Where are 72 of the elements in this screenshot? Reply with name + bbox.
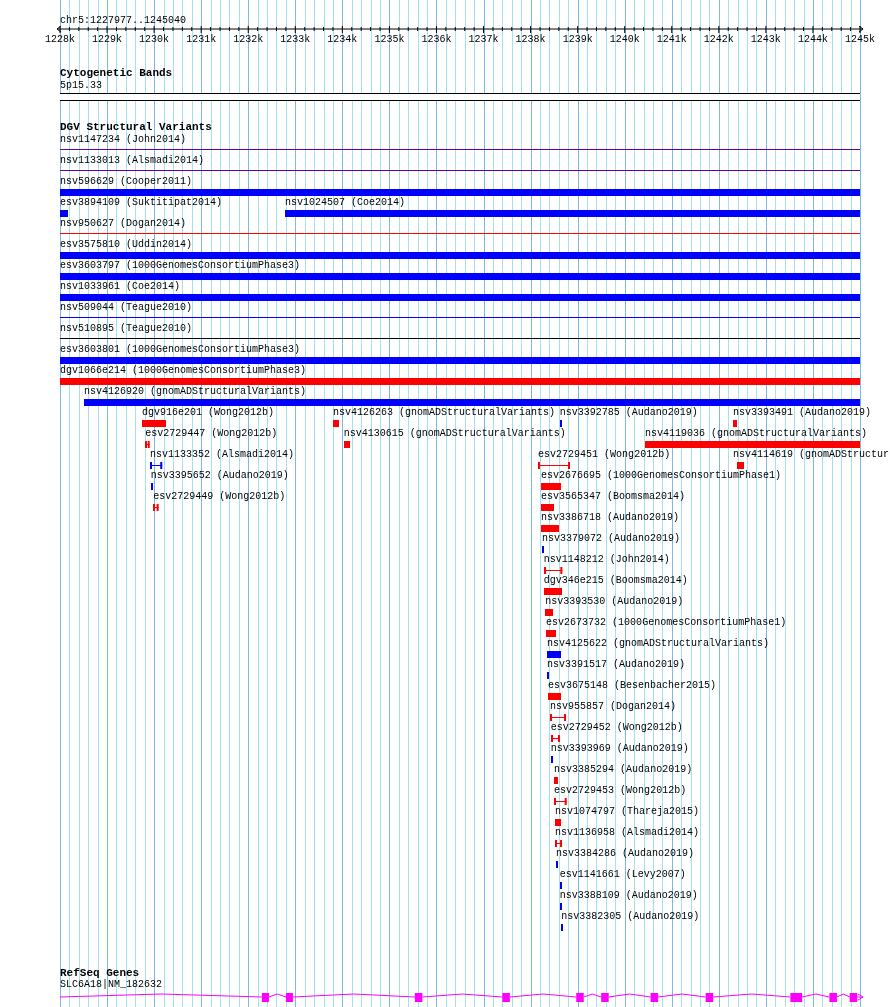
variant-label[interactable]: nsv509044 (Teague2010) [60,302,193,314]
variant-label[interactable]: nsv4130615 (gnomADStructuralVariants) [343,428,566,440]
variant-label[interactable]: nsv3382305 (Audano2019) [561,911,700,923]
ruler-tick-label: 1231k [186,34,217,46]
variant-label[interactable]: nsv4126263 (gnomADStructuralVariants) [332,407,555,419]
variant-label[interactable]: esv2673732 (1000GenomesConsortiumPhase1) [546,617,787,629]
variant-label[interactable]: nsv3393969 (Audano2019) [550,743,689,755]
variant-label[interactable]: nsv4119036 (gnomADStructuralVariants) [644,428,867,440]
ruler-tick-label: 1229k [92,34,123,46]
variant-label[interactable]: nsv596629 (Cooper2011) [60,176,193,188]
ruler-tick-label: 1234k [327,34,358,46]
variant-label[interactable]: nsv3384286 (Audano2019) [556,848,695,860]
variant-label[interactable]: nsv1147234 (John2014) [60,134,187,146]
variant-label[interactable]: nsv3395652 (Audano2019) [150,470,289,482]
band-label: 5p15.33 [60,80,102,92]
variant-label[interactable]: nsv1133013 (Alsmadi2014) [60,155,205,167]
ruler-tick-label: 1228k [45,34,75,46]
variant-label[interactable]: nsv950627 (Dogan2014) [60,218,187,230]
variant-label[interactable]: nsv510895 (Teague2010) [60,323,193,335]
variant-label[interactable]: dgv346e215 (Boomsma2014) [543,575,688,587]
ruler-tick-label: 1239k [562,34,593,46]
ruler-tick-label: 1236k [421,34,452,46]
ruler-tick-label: 1241k [656,34,687,46]
track-title: Cytogenetic Bands [60,67,173,79]
variant-label[interactable]: esv3894109 (Suktitipat2014) [60,197,223,209]
variant-label[interactable]: esv2729449 (Wong2012b) [153,491,286,503]
variant-label[interactable]: esv3675148 (Besenbacher2015) [548,680,717,692]
variant-label[interactable]: nsv1136958 (Alsmadi2014) [555,827,700,839]
variant-label[interactable]: esv2729452 (Wong2012b) [550,722,683,734]
variant-label[interactable]: esv2676695 (1000GenomesConsortiumPhase1) [540,470,781,482]
variant-label[interactable]: esv3575810 (Uddin2014) [60,239,193,251]
variant-label[interactable]: esv2729453 (Wong2012b) [554,785,687,797]
ruler-tick-label: 1232k [233,34,264,46]
variant-label[interactable]: esv2729447 (Wong2012b) [145,428,278,440]
ruler-tick-label: 1244k [797,34,828,46]
ruler-tick-label: 1237k [468,34,499,46]
variant-label[interactable]: dgv916e201 (Wong2012b) [141,407,274,419]
ruler-tick-label: 1230k [139,34,170,46]
ruler-tick-label: 1242k [703,34,734,46]
variant-label[interactable]: nsv1033961 (Coe2014) [60,281,181,293]
variant-label[interactable]: esv2729451 (Wong2012b) [538,449,671,461]
variant-label[interactable]: nsv3392785 (Audano2019) [559,407,698,419]
variant-label[interactable]: esv1141661 (Levy2007) [559,869,686,881]
variant-label[interactable]: nsv1024507 (Coe2014) [284,197,405,209]
variant-label[interactable]: esv3565347 (Boomsma2014) [540,491,685,503]
track-title: RefSeq Genes [60,967,140,979]
variant-label[interactable]: nsv955857 (Dogan2014) [549,701,676,713]
ruler-tick-label: 1235k [374,34,405,46]
variant-label[interactable]: nsv1148212 (John2014) [543,554,670,566]
variant-label[interactable]: dgv1066e214 (1000GenomesConsortiumPhase3) [60,365,307,377]
ruler-tick-label: 1238k [515,34,546,46]
variant-label[interactable]: nsv3379072 (Audano2019) [541,533,680,545]
ruler-tick-label: 1233k [280,34,311,46]
location-label: chr5:1227977..1245040 [60,15,187,27]
gene-label[interactable]: SLC6A18|NM_182632 [60,979,163,991]
variant-label[interactable]: nsv3388109 (Audano2019) [559,890,698,902]
variant-label[interactable]: nsv3385294 (Audano2019) [554,764,693,776]
ruler-tick-label: 1240k [609,34,640,46]
variant-label[interactable]: nsv1074797 (Thareja2015) [555,806,700,818]
variant-label[interactable]: nsv1133352 (Alsmadi2014) [149,449,294,461]
variant-label[interactable]: nsv3386718 (Audano2019) [540,512,679,524]
ruler-tick-label: 1245k [845,34,875,46]
variant-label[interactable]: nsv3391517 (Audano2019) [547,659,686,671]
variant-label[interactable]: nsv4125622 (gnomADStructuralVariants) [547,638,770,650]
variant-label[interactable]: nsv4114619 (gnomADStructur [733,449,890,461]
variant-label[interactable]: nsv3393491 (Audano2019) [732,407,871,419]
ruler-tick-label: 1243k [750,34,781,46]
variant-label[interactable]: nsv3393530 (Audano2019) [545,596,684,608]
variant-label[interactable]: esv3603801 (1000GenomesConsortiumPhase3) [60,344,301,356]
track-title: DGV Structural Variants [60,121,212,133]
variant-label[interactable]: esv3603797 (1000GenomesConsortiumPhase3) [60,260,301,272]
variant-label[interactable]: nsv4126920 (gnomADStructuralVariants) [84,386,307,398]
